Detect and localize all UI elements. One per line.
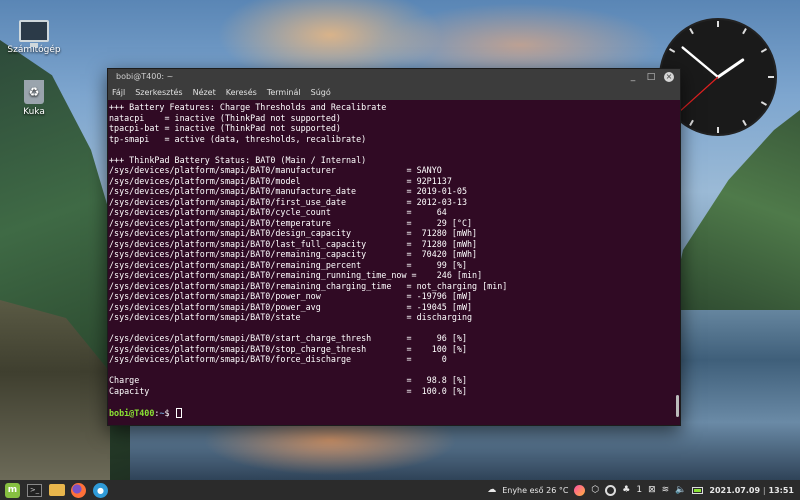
desktop-icon-trash[interactable]: ♻ Kuka (4, 80, 64, 117)
bell-icon[interactable]: ♣ (622, 485, 630, 495)
terminal-line: /sys/devices/platform/smapi/BAT0/cycle_c… (109, 207, 447, 217)
terminal-line: tp-smapi = active (data, thresholds, rec… (109, 133, 367, 144)
terminal-line: /sys/devices/platform/smapi/BAT0/design_… (109, 228, 478, 238)
menu-file[interactable]: Fájl (112, 85, 125, 100)
terminal-line: /sys/devices/platform/smapi/BAT0/remaini… (109, 259, 467, 270)
terminal-line: +++ ThinkPad Battery Status: BAT0 (Main … (109, 154, 367, 165)
terminal-line: /sys/devices/platform/smapi/BAT0/start_c… (109, 333, 467, 343)
scrollbar-thumb[interactable] (676, 395, 679, 417)
volume-icon[interactable]: 🔈 (675, 485, 686, 495)
terminal-line: /sys/devices/platform/smapi/BAT0/remaini… (109, 280, 508, 291)
notification-count[interactable]: 1 (636, 485, 642, 495)
terminal-line: /sys/devices/platform/smapi/BAT0/stop_ch… (109, 343, 467, 354)
terminal-line: /sys/devices/platform/smapi/BAT0/first_u… (109, 196, 467, 207)
chat-icon: ● (93, 482, 108, 498)
desktop-icon-label: Kuka (23, 107, 45, 117)
files-launcher[interactable] (48, 482, 65, 498)
terminal-line: /sys/devices/platform/smapi/BAT0/last_fu… (109, 238, 478, 249)
taskbar: m >_ ● ☁ Enyhe eső 26 °C ⬡ ♣ 1 ⊠ ≋ 🔈 202… (0, 480, 800, 500)
firefox-launcher[interactable] (70, 482, 87, 498)
trash-icon: ♻ (24, 80, 44, 104)
terminal-line: /sys/devices/platform/smapi/BAT0/model =… (109, 175, 452, 186)
chat-launcher[interactable]: ● (92, 482, 109, 498)
clock-separator: | (762, 485, 766, 495)
terminal-prompt[interactable]: bobi@T400: ~ $ (109, 407, 674, 419)
terminal-line: +++ Battery Features: Charge Thresholds … (109, 102, 387, 112)
shield-icon[interactable]: ⬡ (591, 485, 599, 495)
terminal-line: /sys/devices/platform/smapi/BAT0/tempera… (109, 217, 473, 228)
prompt-symbol: $ (164, 407, 175, 418)
menu-terminal[interactable]: Terminál (267, 85, 301, 100)
terminal-line: /sys/devices/platform/smapi/BAT0/manufac… (109, 165, 442, 175)
terminal-line: /sys/devices/platform/smapi/BAT0/power_n… (109, 291, 473, 301)
update-icon[interactable] (605, 484, 617, 496)
taskbar-date: 2021.07.09 (709, 485, 761, 495)
computer-icon (19, 20, 49, 47)
terminal-line: /sys/devices/platform/smapi/BAT0/force_d… (109, 354, 447, 364)
terminal-line: natacpi = inactive (ThinkPad not support… (109, 112, 341, 123)
maximize-button[interactable]: □ (646, 71, 656, 83)
system-tray: ☁ Enyhe eső 26 °C ⬡ ♣ 1 ⊠ ≋ 🔈 2021.07.09… (487, 484, 800, 496)
folder-icon (48, 484, 65, 496)
terminal-line: Capacity = 100.0 [%] (109, 385, 467, 396)
firefox-icon (71, 482, 86, 498)
taskbar-clock[interactable]: 2021.07.09 | 13:51 (709, 486, 794, 495)
terminal-window[interactable]: bobi@T400: ~ _ □ × Fájl Szerkesztés Néze… (107, 68, 681, 426)
taskbar-launchers: m >_ ● (0, 482, 109, 498)
terminal-output[interactable]: +++ Battery Features: Charge Thresholds … (108, 100, 674, 425)
menu-search[interactable]: Keresés (226, 85, 257, 100)
terminal-line: /sys/devices/platform/smapi/BAT0/manufac… (109, 186, 467, 196)
terminal-line: tpacpi-bat = inactive (ThinkPad not supp… (109, 123, 341, 133)
window-controls: _ □ × (628, 71, 674, 83)
terminal-line: /sys/devices/platform/smapi/BAT0/remaini… (109, 270, 483, 280)
terminal-line: /sys/devices/platform/smapi/BAT0/state =… (109, 312, 473, 322)
terminal-line: /sys/devices/platform/smapi/BAT0/power_a… (109, 301, 473, 312)
wifi-icon[interactable]: ≋ (662, 485, 670, 495)
menu-bar: Fájl Szerkesztés Nézet Keresés Terminál … (108, 85, 680, 100)
window-title: bobi@T400: ~ (116, 72, 174, 81)
terminal-icon: >_ (27, 483, 42, 497)
menu-button[interactable]: m (4, 482, 21, 498)
vpn-icon[interactable]: ⊠ (648, 485, 656, 495)
menu-help[interactable]: Súgó (311, 85, 331, 100)
minimize-button[interactable]: _ (628, 71, 638, 83)
menu-edit[interactable]: Szerkesztés (135, 85, 182, 100)
window-titlebar[interactable]: bobi@T400: ~ _ □ × (108, 69, 680, 85)
terminal-line: /sys/devices/platform/smapi/BAT0/remaini… (109, 249, 478, 259)
menu-view[interactable]: Nézet (193, 85, 216, 100)
battery-icon[interactable] (692, 486, 704, 494)
flame-icon[interactable] (574, 484, 586, 496)
prompt-user-host: bobi@T400 (109, 407, 155, 418)
taskbar-time: 13:51 (768, 485, 794, 495)
terminal-line: Charge = 98.8 [%] (109, 375, 467, 385)
mint-menu-icon: m (5, 482, 20, 498)
close-button[interactable]: × (664, 72, 674, 82)
weather-text[interactable]: Enyhe eső 26 °C (502, 486, 568, 495)
desktop-icon-computer[interactable]: Számítógép (4, 20, 64, 55)
terminal-cursor (175, 407, 182, 418)
terminal-launcher[interactable]: >_ (26, 482, 43, 498)
weather-cloud-icon[interactable]: ☁ (487, 485, 496, 495)
terminal-scrollbar[interactable] (674, 100, 680, 425)
